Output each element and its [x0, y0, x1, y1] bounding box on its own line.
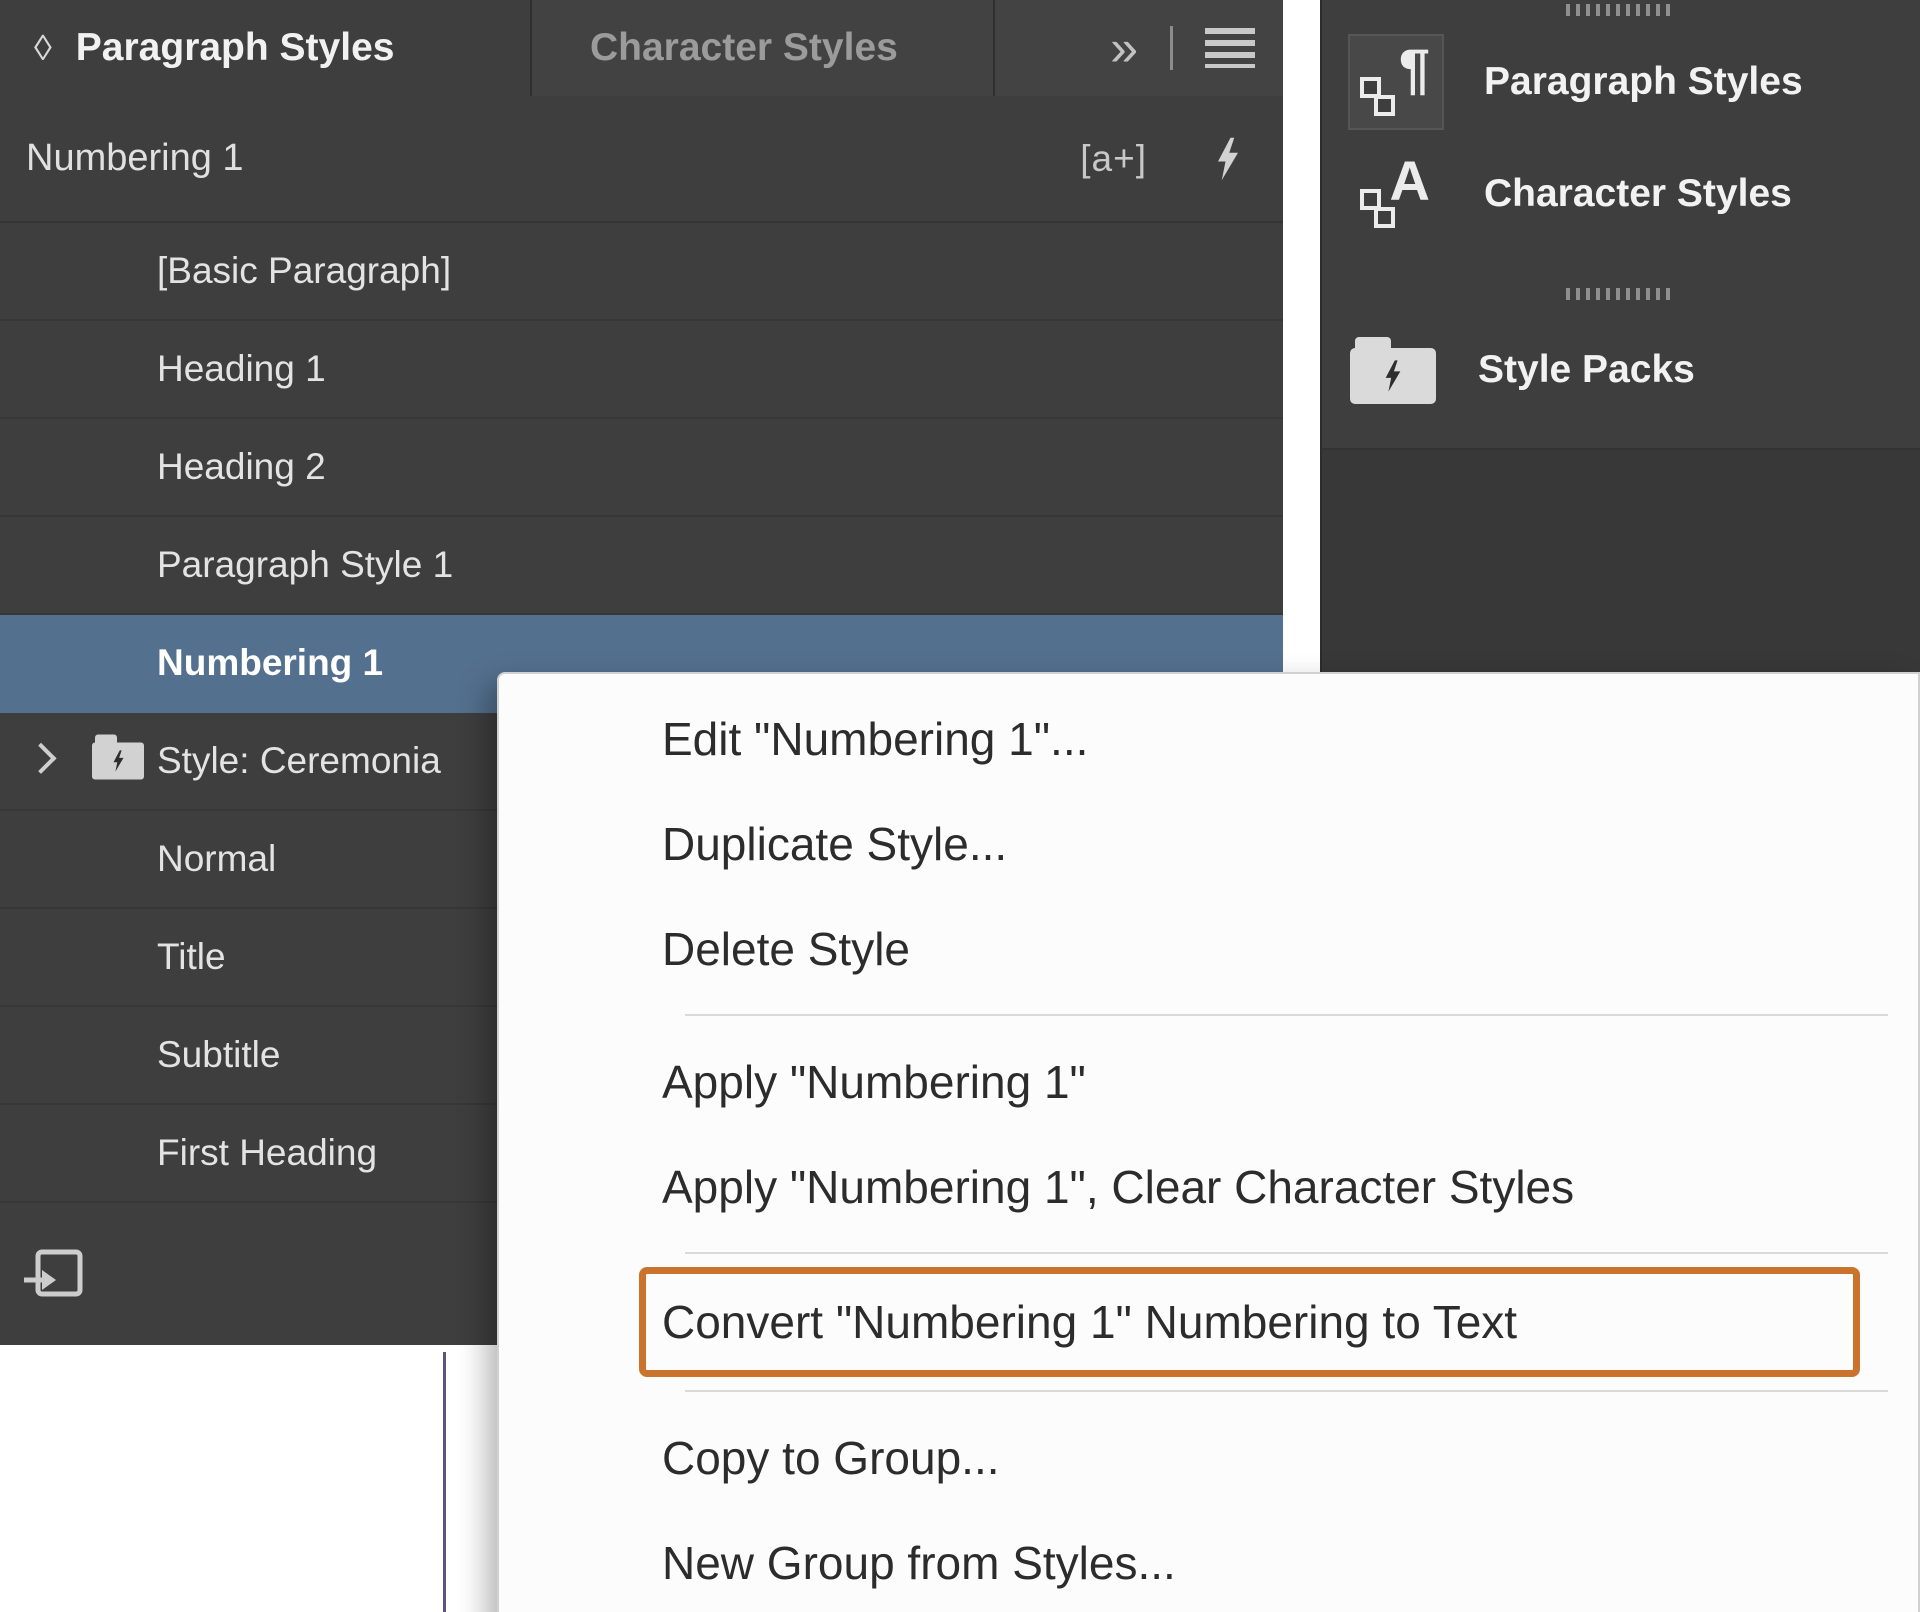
- dock-label-paragraph-styles: Paragraph Styles: [1484, 60, 1803, 104]
- dock-label-character-styles: Character Styles: [1484, 172, 1792, 216]
- style-label: First Heading: [157, 1132, 377, 1174]
- paragraph-glyph: ¶: [1399, 38, 1430, 100]
- menu-item-label: Copy to Group...: [662, 1431, 1000, 1485]
- collapse-panel-icon[interactable]: »: [1110, 23, 1138, 73]
- dock-item-paragraph-styles[interactable]: ¶ Paragraph Styles: [1322, 26, 1920, 138]
- tab-character-styles-label: Character Styles: [590, 26, 898, 70]
- dock-grip-handle[interactable]: [1566, 4, 1676, 16]
- dock-item-character-styles[interactable]: A Character Styles: [1322, 138, 1920, 250]
- menu-separator: [685, 1390, 1888, 1392]
- quick-style-lightning-icon[interactable]: [1213, 136, 1243, 182]
- style-row-basic-paragraph[interactable]: [Basic Paragraph]: [0, 223, 1283, 321]
- menu-item-copy-to-group[interactable]: Copy to Group...: [499, 1405, 1918, 1510]
- style-row-heading-2[interactable]: Heading 2: [0, 419, 1283, 517]
- context-menu: Edit "Numbering 1"... Duplicate Style...…: [497, 672, 1920, 1612]
- menu-item-apply-numbering-1-clear-character-styles[interactable]: Apply "Numbering 1", Clear Character Sty…: [499, 1134, 1918, 1239]
- menu-item-label: Duplicate Style...: [662, 817, 1007, 871]
- menu-item-edit-numbering-1[interactable]: Edit "Numbering 1"...: [499, 686, 1918, 791]
- menu-item-apply-numbering-1[interactable]: Apply "Numbering 1": [499, 1029, 1918, 1134]
- character-styles-icon: A: [1350, 148, 1442, 240]
- app-screen: ◊ Paragraph Styles Character Styles » Nu…: [0, 0, 1920, 1612]
- dock-item-style-packs[interactable]: Style Packs: [1322, 314, 1920, 426]
- menu-separator: [685, 1252, 1888, 1254]
- tab-character-styles[interactable]: Character Styles: [530, 0, 995, 96]
- menu-item-label: Apply "Numbering 1": [662, 1055, 1086, 1109]
- current-style-name: Numbering 1: [26, 137, 244, 180]
- style-label: Normal: [157, 838, 276, 880]
- panel-tabbar: ◊ Paragraph Styles Character Styles »: [0, 0, 1283, 96]
- panel-diamond-icon: ◊: [34, 27, 52, 69]
- menu-item-label: Convert "Numbering 1" Numbering to Text: [662, 1295, 1517, 1349]
- style-label: Style: Ceremonia: [157, 740, 441, 782]
- current-style-row: Numbering 1 [a+]: [0, 96, 1283, 221]
- dock-label-style-packs: Style Packs: [1478, 348, 1695, 392]
- chevron-right-icon[interactable]: [25, 743, 56, 774]
- tab-paragraph-styles[interactable]: ◊ Paragraph Styles: [0, 0, 530, 96]
- style-row-paragraph-style-1[interactable]: Paragraph Style 1: [0, 517, 1283, 615]
- column-guide-line: [443, 1352, 446, 1612]
- menu-separator: [685, 1014, 1888, 1016]
- menu-item-label: Delete Style: [662, 922, 910, 976]
- menu-item-label: New Group from Styles...: [662, 1536, 1176, 1590]
- style-packs-folder-icon: [1350, 348, 1436, 404]
- menu-item-label: Edit "Numbering 1"...: [662, 712, 1088, 766]
- style-row-heading-1[interactable]: Heading 1: [0, 321, 1283, 419]
- header-icons: [a+]: [1080, 136, 1243, 182]
- style-label: [Basic Paragraph]: [157, 250, 451, 292]
- paragraph-styles-icon: ¶: [1350, 36, 1442, 128]
- menu-item-duplicate-style[interactable]: Duplicate Style...: [499, 791, 1918, 896]
- tab-paragraph-styles-label: Paragraph Styles: [76, 26, 395, 70]
- menu-item-label: Apply "Numbering 1", Clear Character Sty…: [662, 1160, 1574, 1214]
- style-square-icon: [1374, 207, 1395, 228]
- tabbar-divider: [1170, 26, 1173, 70]
- style-label: Title: [157, 936, 226, 978]
- style-label: Heading 1: [157, 348, 326, 390]
- character-glyph: A: [1390, 150, 1430, 212]
- menu-item-new-group-from-styles[interactable]: New Group from Styles...: [499, 1510, 1918, 1612]
- style-label: Numbering 1: [157, 642, 383, 684]
- menu-item-convert-numbering-1-numbering-to-text[interactable]: Convert "Numbering 1" Numbering to Text: [639, 1267, 1860, 1377]
- style-label: Heading 2: [157, 446, 326, 488]
- dock-grip-handle[interactable]: [1566, 288, 1676, 300]
- style-group-folder-icon: [92, 743, 144, 780]
- import-styles-icon[interactable]: [24, 1248, 84, 1300]
- tabbar-controls: »: [1110, 0, 1283, 96]
- style-label: Paragraph Style 1: [157, 544, 453, 586]
- menu-item-delete-style[interactable]: Delete Style: [499, 896, 1918, 1001]
- style-square-icon: [1374, 95, 1395, 116]
- list-by-type-icon[interactable]: [a+]: [1080, 138, 1147, 180]
- style-label: Subtitle: [157, 1034, 280, 1076]
- panel-menu-icon[interactable]: [1205, 28, 1255, 68]
